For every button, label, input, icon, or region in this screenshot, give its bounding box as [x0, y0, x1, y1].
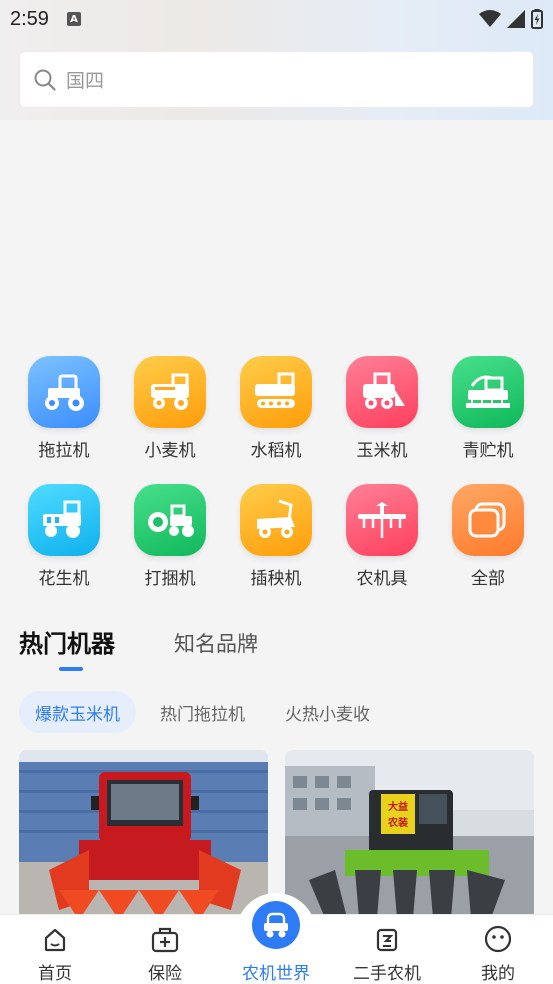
status-time: 2:59 — [10, 7, 49, 30]
filter-chips: 爆款玉米机 热门拖拉机 火热小麦收 — [19, 691, 394, 733]
category-label: 打捆机 — [144, 569, 196, 589]
nav-label: 保险 — [148, 964, 182, 984]
category-silage[interactable]: 青贮机 — [435, 356, 541, 461]
category-transplanter[interactable]: 插秧机 — [223, 484, 329, 589]
category-all[interactable]: 全部 — [435, 484, 541, 589]
category-label: 插秧机 — [250, 569, 302, 589]
wifi-icon — [479, 10, 501, 27]
category-label: 拖拉机 — [38, 441, 90, 461]
tractor-icon — [28, 356, 100, 428]
tab-active-indicator — [59, 667, 83, 671]
category-label: 花生机 — [38, 569, 90, 589]
insurance-icon — [151, 927, 179, 953]
section-tabs: 热门机器 知名品牌 — [19, 622, 539, 674]
nav-secondhand[interactable]: 二手农机 — [332, 915, 442, 984]
category-corn[interactable]: 玉米机 — [329, 356, 435, 461]
search-input[interactable]: 国四 — [19, 51, 534, 108]
rice-transplanter-icon — [240, 484, 312, 556]
status-right-icons — [479, 9, 543, 29]
category-label: 农机具 — [356, 569, 408, 589]
nav-profile[interactable]: 我的 — [443, 915, 553, 984]
nav-tractor-world[interactable]: 农机世界 — [221, 915, 331, 984]
implement-icon — [346, 484, 418, 556]
signal-icon — [507, 10, 525, 28]
chip-corn-harvester[interactable]: 爆款玉米机 — [19, 691, 136, 733]
corn-harvester-icon — [346, 356, 418, 428]
tab-famous-brands[interactable]: 知名品牌 — [174, 628, 258, 658]
search-placeholder: 国四 — [66, 70, 105, 92]
category-label: 玉米机 — [356, 441, 408, 461]
nav-home[interactable]: 首页 — [0, 915, 110, 984]
profile-icon — [484, 925, 512, 953]
category-wheat[interactable]: 小麦机 — [117, 356, 223, 461]
nav-label: 首页 — [38, 964, 72, 984]
chip-tractor[interactable]: 热门拖拉机 — [144, 691, 261, 733]
category-label: 青贮机 — [462, 441, 514, 461]
home-icon — [44, 928, 66, 952]
rice-harvester-icon — [240, 356, 312, 428]
category-rice[interactable]: 水稻机 — [223, 356, 329, 461]
all-icon — [452, 484, 524, 556]
category-baler[interactable]: 打捆机 — [117, 484, 223, 589]
tab-hot-machines[interactable]: 热门机器 — [19, 624, 115, 659]
green-corn-harvester-photo: 大益 农装 — [285, 750, 534, 920]
search-icon — [34, 69, 56, 91]
category-label: 小麦机 — [144, 441, 196, 461]
baler-icon — [134, 484, 206, 556]
nav-label: 二手农机 — [353, 964, 421, 984]
nav-label: 我的 — [481, 964, 515, 984]
chip-wheat-harvester[interactable]: 火热小麦收 — [269, 691, 386, 733]
category-peanut[interactable]: 花生机 — [11, 484, 117, 589]
battery-icon — [531, 9, 543, 29]
bottom-nav: 首页 保险 农机世界 二手农机 我的 — [0, 893, 553, 984]
secondhand-icon — [376, 928, 398, 952]
category-label: 水稻机 — [250, 441, 302, 461]
peanut-harvester-icon — [28, 484, 100, 556]
svg-text:农装: 农装 — [387, 816, 408, 829]
category-implement[interactable]: 农机具 — [329, 484, 435, 589]
banner-area — [0, 120, 553, 340]
wheat-harvester-icon — [134, 356, 206, 428]
product-card-green-harvester[interactable]: 大益 农装 — [285, 750, 534, 920]
red-corn-harvester-photo — [19, 750, 268, 920]
category-tractor[interactable]: 拖拉机 — [11, 356, 117, 461]
category-label: 全部 — [471, 569, 505, 589]
svg-text:大益: 大益 — [388, 800, 408, 813]
notification-a-icon: A — [66, 12, 81, 26]
product-card-red-harvester[interactable] — [19, 750, 268, 920]
silage-harvester-icon — [452, 356, 524, 428]
nav-label: 农机世界 — [242, 964, 310, 984]
nav-insurance[interactable]: 保险 — [110, 915, 220, 984]
status-bar: 2:59 A — [0, 0, 553, 38]
